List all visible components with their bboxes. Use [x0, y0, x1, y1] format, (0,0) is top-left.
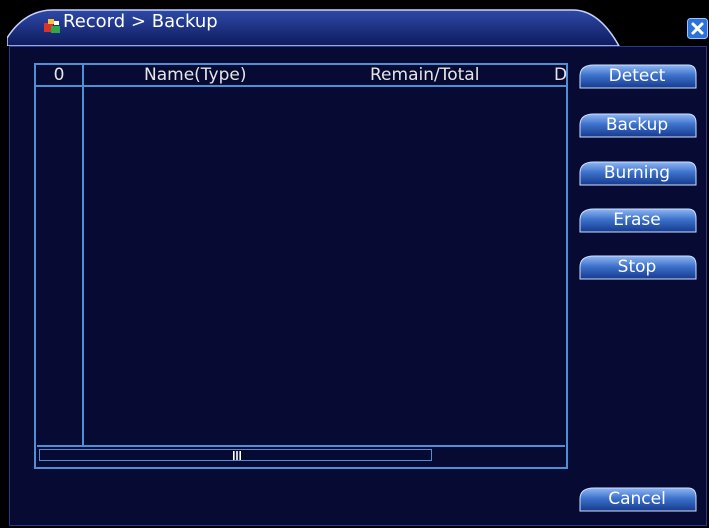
close-button[interactable]: [687, 18, 708, 39]
record-backup-icon: [43, 18, 61, 34]
backup-panel: 0 Name(Type) Remain/Total D Detect Backu…: [9, 46, 707, 526]
erase-button-label: Erase: [613, 210, 661, 230]
stop-button[interactable]: Stop: [576, 255, 698, 280]
detect-button-label: Detect: [608, 66, 666, 86]
erase-button[interactable]: Erase: [576, 208, 698, 233]
column-header-remain-total[interactable]: Remain/Total: [370, 65, 479, 85]
column-header-name-type[interactable]: Name(Type): [144, 65, 246, 85]
column-header-d[interactable]: D: [554, 65, 568, 85]
scrollbar-thumb[interactable]: [39, 449, 432, 461]
device-list-body: [36, 87, 566, 445]
device-list-header: 0 Name(Type) Remain/Total D: [36, 65, 568, 87]
detect-button[interactable]: Detect: [576, 64, 698, 89]
burning-button-label: Burning: [603, 163, 671, 183]
cancel-button-label: Cancel: [608, 489, 666, 509]
burning-button[interactable]: Burning: [576, 161, 698, 186]
backup-window: Record > Backup 0 Name(Type) Remain/Tota…: [7, 8, 709, 528]
title-bar: Record > Backup: [7, 8, 627, 46]
backup-button[interactable]: Backup: [576, 113, 698, 138]
backup-button-label: Backup: [605, 115, 669, 135]
window-title: Record > Backup: [63, 11, 218, 32]
device-list[interactable]: 0 Name(Type) Remain/Total D: [34, 63, 568, 469]
scroll-grip-icon: [233, 451, 241, 460]
stop-button-label: Stop: [617, 257, 657, 277]
column-header-index[interactable]: 0: [36, 65, 82, 85]
cancel-button[interactable]: Cancel: [576, 487, 698, 512]
horizontal-scrollbar[interactable]: [37, 445, 565, 463]
close-icon: [687, 18, 708, 39]
